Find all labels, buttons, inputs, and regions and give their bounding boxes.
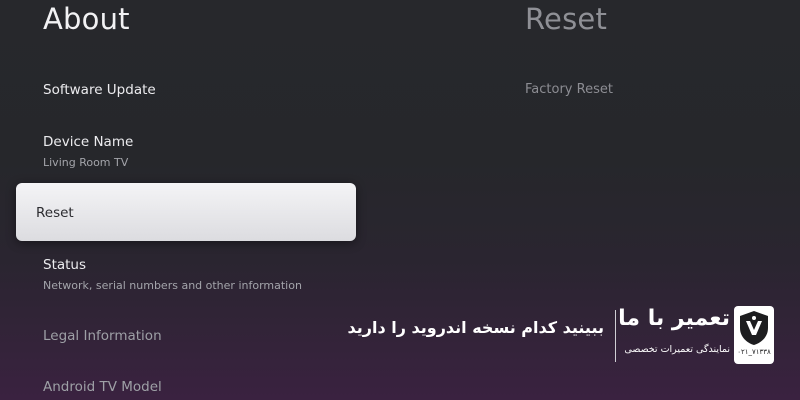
panel-title-about: About [43,2,130,36]
factory-reset-option[interactable]: Factory Reset [525,82,613,97]
promo-divider [615,310,616,362]
menu-item-subtitle: Living Room TV [43,156,129,169]
brand-phone: ۰۲۱_۷۱۳۳۸ [737,348,771,356]
menu-item-label: Status [43,257,87,273]
brand-name: تعمیر با ما [618,306,730,331]
menu-item-label: Software Update [43,82,156,98]
menu-item-reset-selected[interactable]: Reset [16,183,356,241]
panel-title-reset: Reset [525,2,608,36]
menu-item-label: Device Name [43,134,134,150]
menu-item-label: Reset [36,205,74,221]
shield-logo-icon [740,311,768,345]
brand-tagline: نمایندگی تعمیرات تخصصی [624,344,730,355]
menu-item-label: Android TV Model [43,379,162,395]
settings-list-panel: About Software Update Device Name Living… [0,0,380,400]
menu-item-label: Legal Information [43,328,162,344]
brand-logo: ۰۲۱_۷۱۳۳۸ [734,306,774,364]
menu-item-subtitle: Network, serial numbers and other inform… [43,279,302,292]
promo-tagline: ببینید کدام نسخه اندروید را دارید [347,318,605,337]
